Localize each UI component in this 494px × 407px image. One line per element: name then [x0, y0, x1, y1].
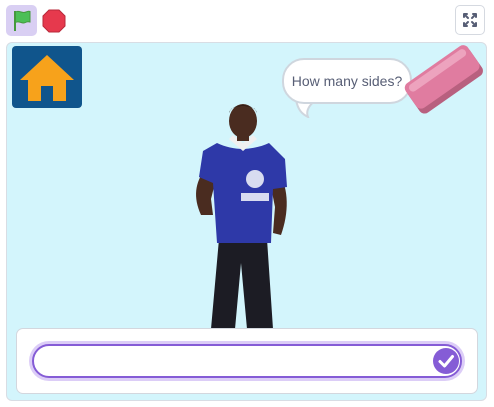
person-icon — [196, 104, 287, 329]
home-icon — [20, 55, 74, 101]
person-sprite[interactable] — [191, 103, 295, 329]
home-button[interactable] — [12, 46, 82, 108]
stage[interactable]: How many sides? — [6, 42, 487, 401]
submit-answer-button[interactable] — [433, 348, 459, 374]
stop-icon — [42, 9, 66, 33]
speech-bubble-text: How many sides? — [291, 73, 403, 89]
checkmark-icon — [438, 355, 454, 368]
ask-answer-panel — [16, 328, 478, 394]
fullscreen-icon — [463, 13, 477, 27]
green-flag-button[interactable] — [6, 5, 37, 36]
fullscreen-button[interactable] — [455, 5, 485, 35]
eraser-icon — [404, 45, 483, 114]
stage-header — [0, 0, 494, 40]
stop-button[interactable] — [42, 9, 66, 33]
eraser-sprite[interactable] — [402, 43, 486, 123]
green-flag-icon — [14, 10, 31, 31]
speech-bubble: How many sides? — [282, 58, 412, 104]
answer-input[interactable] — [32, 344, 462, 378]
